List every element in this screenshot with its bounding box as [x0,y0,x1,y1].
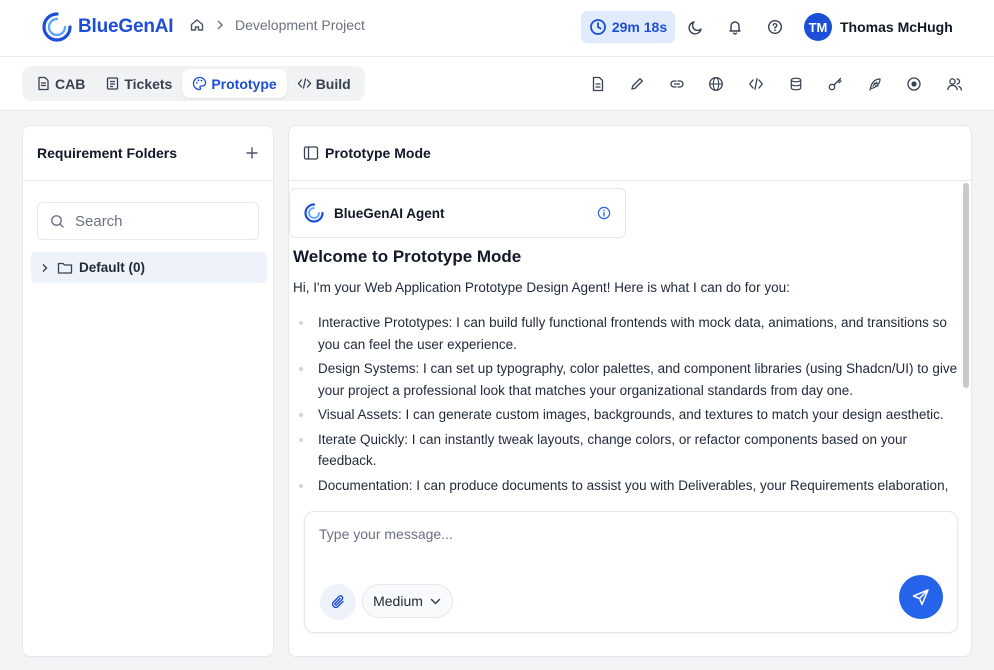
user-menu[interactable]: TM Thomas McHugh [804,13,953,41]
agent-logo-icon [304,203,324,223]
chevron-right-icon [217,20,223,30]
keys-tool-button[interactable] [825,74,845,94]
top-bar: BlueGenAI Development Project 29m 18s TM… [0,0,994,57]
breadcrumb-current[interactable]: Development Project [235,17,365,33]
users-icon [946,78,962,91]
record-icon [907,77,921,91]
requirement-folders-panel: Requirement Folders Default (0) [22,125,274,657]
welcome-title: Welcome to Prototype Mode [293,247,522,266]
tab-label: Tickets [124,75,173,92]
folder-search [37,202,259,240]
list-item: Documentation: I can produce documents t… [299,475,958,497]
folder-item[interactable]: Default (0) [31,252,267,283]
database-tool-button[interactable] [786,74,806,94]
session-timer: 29m 18s [581,11,675,43]
code-tool-button[interactable] [746,74,766,94]
palette-icon [193,76,207,91]
logo-icon [42,12,72,42]
clock-icon [589,19,606,35]
notifications-button[interactable] [724,16,746,38]
chevron-right-icon[interactable] [39,262,51,274]
breadcrumb: Development Project [189,17,365,33]
tab-label: CAB [55,75,86,92]
avatar: TM [804,13,832,41]
intro-text: Hi, I'm your Web Application Prototype D… [293,280,790,295]
documents-tool-button[interactable] [588,74,608,94]
document-icon [38,76,49,91]
folder-icon [57,262,73,274]
database-icon [790,77,802,91]
add-folder-icon[interactable] [245,146,259,160]
mode-tabs: CAB Tickets Prototype Build [22,66,365,101]
home-icon[interactable] [189,17,205,33]
folder-label: Default (0) [79,260,146,275]
agent-name: BlueGenAI Agent [334,205,445,221]
sidebar-toggle-icon[interactable] [303,145,319,161]
theme-toggle-button[interactable] [685,16,707,38]
record-tool-button[interactable] [904,74,924,94]
tab-label: Build [315,75,351,92]
design-tool-button[interactable] [865,74,885,94]
tab-label: Prototype [211,75,277,92]
key-icon [828,77,842,91]
app-logo[interactable]: BlueGenAI [42,12,174,42]
timer-value: 29m 18s [611,19,668,35]
help-button[interactable] [764,16,786,38]
list-item: Design Systems: I can set up typography,… [299,358,958,401]
feather-icon [869,78,881,91]
paperclip-icon [331,595,344,609]
globe-icon [709,77,723,91]
bell-icon [729,21,741,35]
tab-build[interactable]: Build [287,69,361,98]
tab-prototype[interactable]: Prototype [182,69,287,98]
list-item: Iterate Quickly: I can instantly tweak l… [299,429,958,472]
chevron-down-icon [430,598,441,605]
features-list: Interactive Prototypes: I can build full… [299,312,958,499]
help-icon [767,19,783,35]
message-input[interactable] [319,526,939,566]
effort-level-value: Medium [373,593,423,609]
code-icon [297,78,312,89]
edit-tool-button[interactable] [627,74,647,94]
code-icon [748,78,764,90]
list-icon [107,77,119,90]
team-tool-button[interactable] [944,74,964,94]
folders-header: Requirement Folders [23,126,273,181]
tab-tickets[interactable]: Tickets [95,69,182,98]
link-icon [670,80,684,88]
panel-title: Prototype Mode [325,145,431,161]
info-icon[interactable] [597,206,611,220]
user-name: Thomas McHugh [840,19,953,35]
effort-level-select[interactable]: Medium [362,584,453,618]
mode-toolbar: CAB Tickets Prototype Build [0,57,994,111]
agent-card: BlueGenAI Agent [289,188,626,238]
search-input[interactable] [75,212,245,230]
message-composer: Medium [304,511,958,633]
tab-cab[interactable]: CAB [26,69,95,98]
web-tool-button[interactable] [706,74,726,94]
app-name: BlueGenAI [78,16,174,37]
search-icon [51,214,64,228]
send-button[interactable] [899,575,943,619]
document-icon [592,76,604,92]
send-icon [912,589,929,606]
moon-icon [688,21,702,35]
pencil-icon [631,78,643,90]
link-tool-button[interactable] [667,74,687,94]
prototype-panel: Prototype Mode BlueGenAI Agent Welcome t… [288,125,972,657]
panel-header: Prototype Mode [289,126,971,181]
folders-title: Requirement Folders [37,145,178,161]
list-item: Interactive Prototypes: I can build full… [299,312,958,355]
attach-button[interactable] [320,584,356,620]
list-item: Visual Assets: I can generate custom ima… [299,404,958,426]
scrollbar-thumb[interactable] [963,183,969,388]
